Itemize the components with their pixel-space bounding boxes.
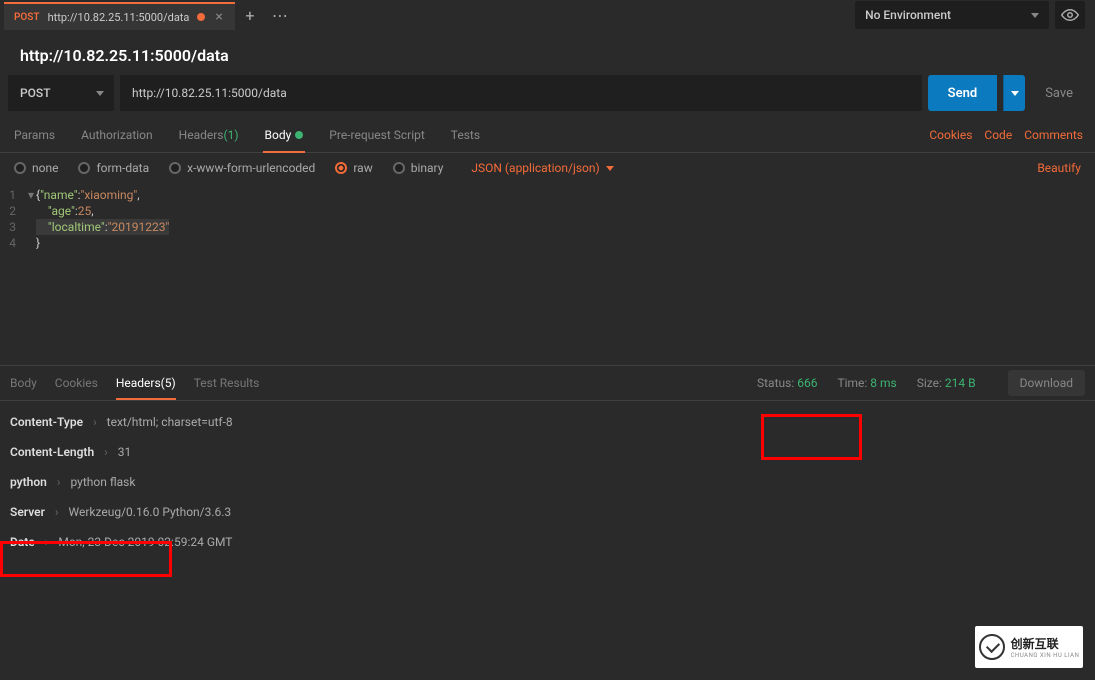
header-key: Content-Type: [10, 415, 83, 429]
tab-method-badge: POST: [14, 12, 40, 23]
code-link[interactable]: Code: [984, 128, 1012, 142]
body-option-none[interactable]: none: [14, 161, 58, 175]
logo-text: 创新互联: [1011, 635, 1080, 652]
chevron-down-icon: [1031, 13, 1039, 18]
content-type-select[interactable]: JSON (application/json): [471, 161, 613, 175]
tab-authorization[interactable]: Authorization: [79, 117, 155, 152]
beautify-link[interactable]: Beautify: [1037, 161, 1081, 175]
header-key: Content-Length: [10, 445, 94, 459]
method-select[interactable]: POST: [8, 75, 114, 111]
radio-icon: [14, 162, 26, 174]
response-tabs: Body Cookies Headers (5) Test Results: [10, 366, 259, 400]
response-bar: Body Cookies Headers (5) Test Results St…: [0, 365, 1095, 401]
tab-menu-button[interactable]: ⋯: [265, 1, 295, 29]
response-tab-testresults[interactable]: Test Results: [194, 366, 260, 400]
close-icon[interactable]: ×: [213, 9, 224, 25]
method-value: POST: [20, 86, 51, 100]
chevron-down-icon: [1011, 91, 1019, 96]
save-button[interactable]: Save: [1031, 75, 1087, 111]
radio-icon: [393, 162, 405, 174]
chevron-down-icon: [606, 166, 614, 171]
url-input[interactable]: [120, 75, 922, 111]
response-tab-headers[interactable]: Headers (5): [116, 366, 176, 400]
send-options-button[interactable]: [1003, 75, 1025, 111]
top-bar: POST http://10.82.25.11:5000/data × + ⋯ …: [0, 0, 1095, 30]
tab-tests[interactable]: Tests: [449, 117, 482, 152]
modified-dot-icon: [295, 131, 303, 139]
header-value: python flask: [70, 475, 135, 489]
body-type-row: none form-data x-www-form-urlencoded raw…: [0, 153, 1095, 183]
editor-line[interactable]: 2 "age":25,: [0, 203, 1095, 219]
tab-body[interactable]: Body: [263, 117, 306, 152]
header-value: text/html; charset=utf-8: [107, 415, 233, 429]
header-value: Mon, 23 Dec 2019 02:59:24 GMT: [58, 535, 232, 549]
radio-icon: [78, 162, 90, 174]
body-option-raw[interactable]: raw: [335, 161, 372, 175]
response-header-row: Server › Werkzeug/0.16.0 Python/3.6.3: [10, 505, 1085, 519]
request-tabs: Params Authorization Headers (1) Body Pr…: [0, 117, 1095, 153]
response-header-row: python › python flask: [10, 475, 1085, 489]
url-row: POST Send Save: [0, 75, 1095, 111]
eye-icon: [1061, 6, 1079, 24]
arrow-icon: ›: [45, 535, 49, 549]
tab-title: http://10.82.25.11:5000/data: [48, 11, 190, 24]
request-title: http://10.82.25.11:5000/data: [20, 46, 1075, 65]
arrow-icon: ›: [104, 445, 108, 459]
response-stats: Status: 666 Time: 8 ms Size: 214 B Downl…: [757, 370, 1085, 396]
new-tab-button[interactable]: +: [235, 1, 265, 29]
radio-icon: [335, 162, 347, 174]
body-option-binary[interactable]: binary: [393, 161, 444, 175]
header-value: Werkzeug/0.16.0 Python/3.6.3: [69, 505, 232, 519]
size-stat: Size: 214 B: [917, 376, 976, 390]
header-key: Server: [10, 505, 45, 519]
environment-label: No Environment: [865, 8, 951, 22]
status-stat: Status: 666: [757, 376, 817, 390]
response-tab-cookies[interactable]: Cookies: [55, 366, 98, 400]
header-value: 31: [118, 445, 132, 459]
header-key: Date: [10, 535, 35, 549]
response-header-row: Content-Length › 31: [10, 445, 1085, 459]
chevron-down-icon: [96, 91, 104, 96]
arrow-icon: ›: [93, 415, 97, 429]
response-header-row: Date › Mon, 23 Dec 2019 02:59:24 GMT: [10, 535, 1085, 549]
request-title-bar: http://10.82.25.11:5000/data: [0, 30, 1095, 75]
cookies-link[interactable]: Cookies: [929, 128, 972, 142]
time-stat: Time: 8 ms: [837, 376, 896, 390]
response-header-row: Content-Type › text/html; charset=utf-8: [10, 415, 1085, 429]
topbar-right: No Environment: [855, 1, 1091, 29]
editor-line[interactable]: 3 "localtime":"20191223": [0, 219, 1095, 235]
logo-icon: [979, 634, 1005, 660]
request-tabs-right: Cookies Code Comments: [929, 128, 1083, 142]
radio-icon: [169, 162, 181, 174]
body-editor[interactable]: 1▾{"name":"xiaoming",2 "age":25,3 "local…: [0, 183, 1095, 365]
environment-select[interactable]: No Environment: [855, 1, 1049, 29]
response-tab-body[interactable]: Body: [10, 366, 37, 400]
tab-params[interactable]: Params: [12, 117, 57, 152]
editor-line[interactable]: 4}: [0, 235, 1095, 251]
body-option-formdata[interactable]: form-data: [78, 161, 149, 175]
send-button[interactable]: Send: [928, 75, 998, 111]
tab-headers[interactable]: Headers (1): [177, 117, 241, 152]
body-option-urlencoded[interactable]: x-www-form-urlencoded: [169, 161, 315, 175]
arrow-icon: ›: [57, 475, 61, 489]
watermark-logo: 创新互联 CHUANG XIN HU LIAN: [975, 626, 1083, 668]
comments-link[interactable]: Comments: [1024, 128, 1083, 142]
response-headers-list: Content-Type›text/html; charset=utf-8Con…: [0, 401, 1095, 563]
download-button[interactable]: Download: [1008, 370, 1085, 396]
editor-line[interactable]: 1▾{"name":"xiaoming",: [0, 187, 1095, 203]
tab-prerequest[interactable]: Pre-request Script: [327, 117, 426, 152]
unsaved-dot-icon: [197, 13, 205, 21]
arrow-icon: ›: [55, 505, 59, 519]
environment-quicklook-button[interactable]: [1055, 1, 1085, 29]
header-key: python: [10, 475, 47, 489]
logo-subtext: CHUANG XIN HU LIAN: [1011, 652, 1080, 659]
tab-strip: POST http://10.82.25.11:5000/data × + ⋯: [4, 0, 295, 30]
request-tab[interactable]: POST http://10.82.25.11:5000/data ×: [4, 2, 235, 30]
